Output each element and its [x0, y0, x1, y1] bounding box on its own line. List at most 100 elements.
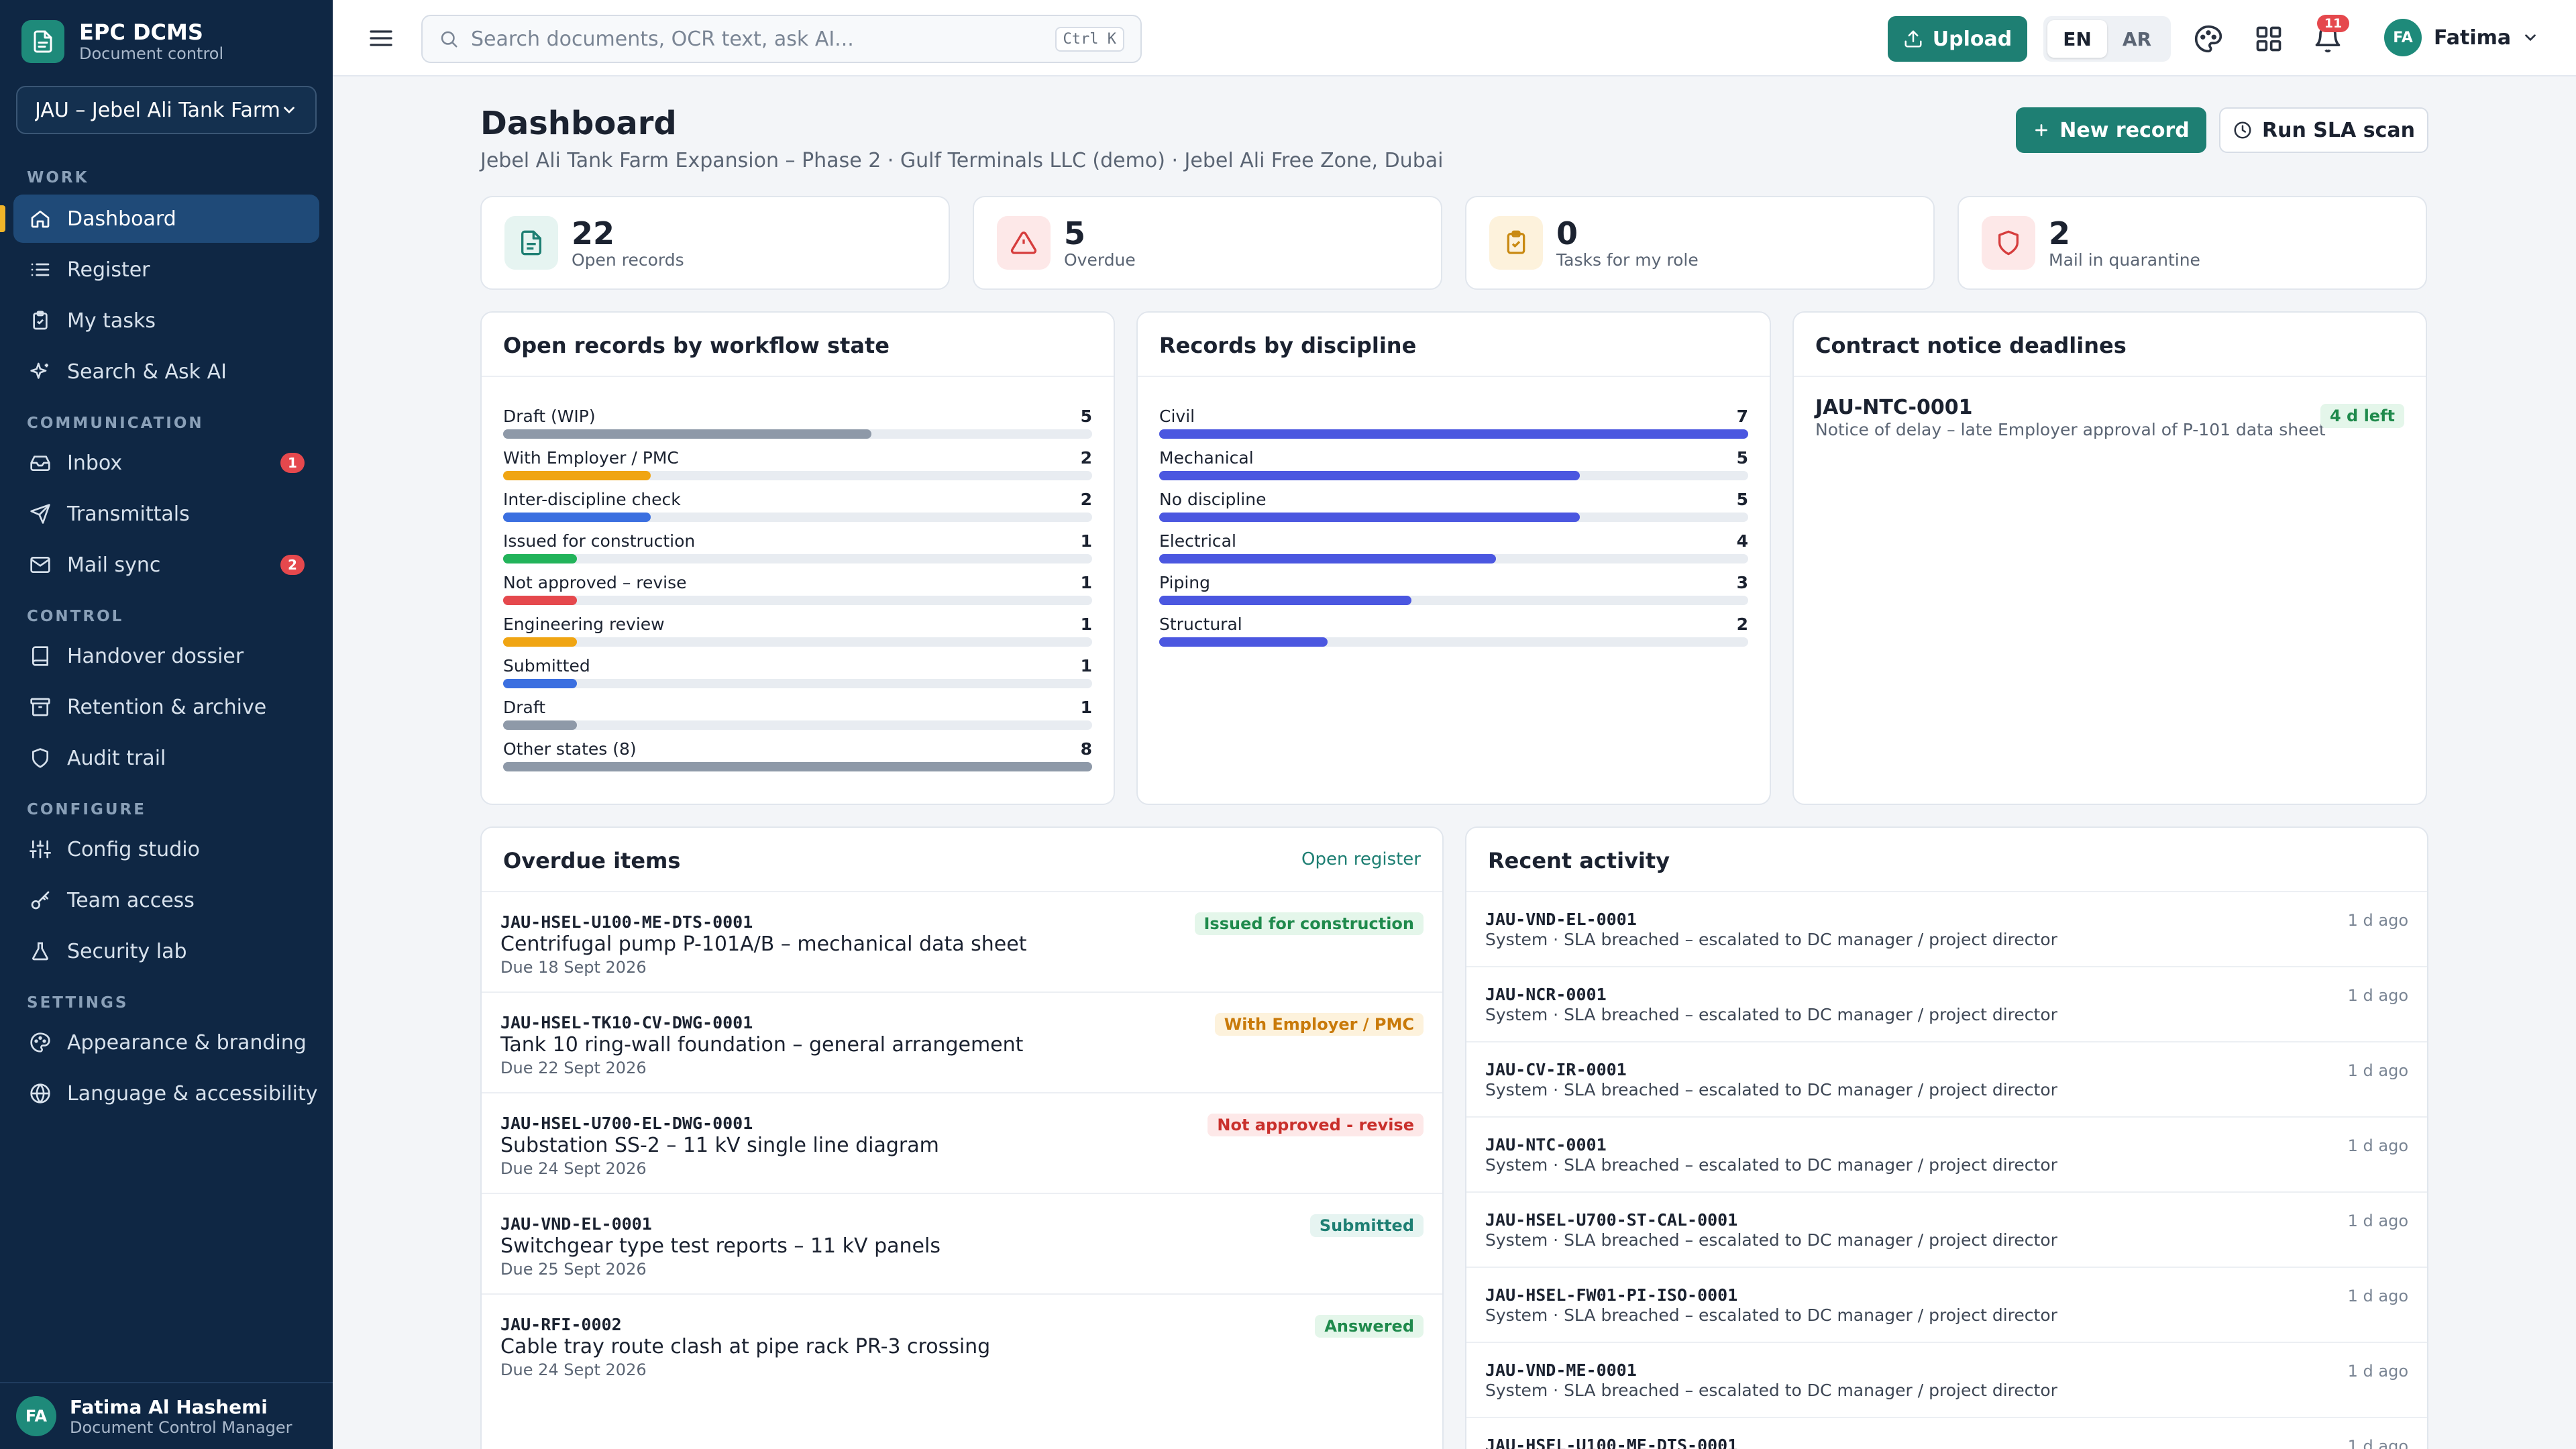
sidebar-item-handover-dossier[interactable]: Handover dossier — [13, 632, 319, 680]
list-item[interactable]: JAU-CV-IR-0001 System · SLA breached – es… — [1466, 1041, 2427, 1116]
search-bar[interactable]: Ctrl K — [421, 15, 1142, 63]
bar-count: 1 — [1080, 698, 1092, 717]
lang-en-button[interactable]: EN — [2047, 20, 2107, 58]
table-row[interactable]: JAU-HSEL-TK10-CV-DWG-0001 Tank 10 ring-wa… — [482, 991, 1442, 1092]
activity-description: System · SLA breached – escalated to DC … — [1485, 1230, 2057, 1250]
workflow-state-row[interactable]: Engineering review 1 — [503, 614, 1092, 649]
sidebar-item-mail-sync[interactable]: Mail sync 2 — [13, 541, 319, 589]
globe-icon — [28, 1081, 52, 1106]
bar-label: Engineering review — [503, 614, 665, 634]
sidebar-item-appearance[interactable]: Appearance & branding — [13, 1018, 319, 1067]
workflow-state-row[interactable]: Inter-discipline check 2 — [503, 490, 1092, 525]
status-badge: Issued for construction — [1194, 912, 1424, 935]
table-row[interactable]: JAU-VND-EL-0001 Switchgear type test repo… — [482, 1193, 1442, 1293]
sidebar-user[interactable]: FA Fatima Al Hashemi Document Control Ma… — [0, 1382, 333, 1449]
bar-count: 5 — [1080, 407, 1092, 426]
activity-record-id: JAU-VND-ME-0001 — [1485, 1360, 1637, 1380]
list-item[interactable]: JAU-HSEL-U700-ST-CAL-0001 System · SLA br… — [1466, 1191, 2427, 1267]
table-row[interactable]: JAU-HSEL-U100-ME-DTS-0001 Centrifugal pum… — [482, 891, 1442, 991]
record-title: Substation SS-2 – 11 kV single line diag… — [500, 1134, 939, 1157]
upload-button[interactable]: Upload — [1888, 16, 2027, 62]
archive-icon — [28, 695, 52, 719]
stat-card-open-records[interactable]: 22 Open records — [480, 196, 950, 290]
sidebar-item-transmittals[interactable]: Transmittals — [13, 490, 319, 538]
bar-count: 5 — [1736, 448, 1748, 468]
brand[interactable]: EPC DCMS Document control — [21, 20, 223, 63]
run-sla-scan-button[interactable]: Run SLA scan — [2219, 107, 2428, 153]
bar-label: Piping — [1159, 573, 1211, 592]
list-icon — [28, 258, 52, 282]
sidebar-item-register[interactable]: Register — [13, 246, 319, 294]
mail-sync-badge: 2 — [280, 555, 305, 575]
hamburger-menu-icon[interactable] — [368, 25, 394, 52]
list-item[interactable]: JAU-HSEL-U100-ME-DTS-0001 1 d ago — [1466, 1417, 2427, 1449]
sidebar-item-config-studio[interactable]: Config studio — [13, 825, 319, 873]
workflow-state-panel: Open records by workflow state Draft (WI… — [480, 311, 1115, 805]
workflow-state-row[interactable]: Other states (8) 8 — [503, 739, 1092, 774]
workflow-state-row[interactable]: With Employer / PMC 2 — [503, 448, 1092, 483]
sidebar-item-language[interactable]: Language & accessibility — [13, 1069, 319, 1118]
sidebar-item-my-tasks[interactable]: My tasks — [13, 297, 319, 345]
user-menu-name: Fatima — [2434, 25, 2512, 50]
upload-label: Upload — [1932, 27, 2012, 51]
stat-card-tasks[interactable]: 0 Tasks for my role — [1465, 196, 1935, 290]
discipline-row[interactable]: Mechanical 5 — [1159, 448, 1748, 483]
list-item[interactable]: JAU-VND-EL-0001 System · SLA breached – e… — [1466, 891, 2427, 966]
sidebar-item-team-access[interactable]: Team access — [13, 876, 319, 924]
sidebar-item-inbox[interactable]: Inbox 1 — [13, 439, 319, 487]
user-menu[interactable]: FA Fatima — [2384, 19, 2539, 56]
discipline-row[interactable]: Civil 7 — [1159, 407, 1748, 441]
list-item[interactable]: JAU-NTC-0001 System · SLA breached – esca… — [1466, 1116, 2427, 1191]
activity-time: 1 d ago — [2347, 1212, 2408, 1230]
stat-card-quarantine[interactable]: 2 Mail in quarantine — [1957, 196, 2427, 290]
workflow-state-row[interactable]: Not approved – revise 1 — [503, 573, 1092, 608]
palette-icon[interactable] — [2194, 24, 2223, 54]
record-id: JAU-RFI-0002 — [500, 1315, 622, 1334]
new-record-button[interactable]: New record — [2016, 107, 2206, 153]
notice-id[interactable]: JAU-NTC-0001 — [1815, 396, 1973, 419]
workflow-state-row[interactable]: Draft 1 — [503, 698, 1092, 733]
bar-track — [503, 554, 1092, 564]
sidebar-item-audit-trail[interactable]: Audit trail — [13, 734, 319, 782]
chevron-down-icon — [2522, 29, 2539, 46]
stat-value: 0 — [1556, 215, 1578, 252]
bar-count: 1 — [1080, 614, 1092, 634]
discipline-row[interactable]: Electrical 4 — [1159, 531, 1748, 566]
project-select[interactable]: JAU – Jebel Ali Tank Farm E — [16, 86, 317, 134]
discipline-row[interactable]: No discipline 5 — [1159, 490, 1748, 525]
document-icon — [21, 20, 64, 63]
active-indicator — [0, 205, 5, 232]
sidebar-item-search-ai[interactable]: Search & Ask AI — [13, 347, 319, 396]
upload-icon — [1903, 29, 1923, 49]
bar-label: Issued for construction — [503, 531, 696, 551]
grid-apps-icon[interactable] — [2254, 24, 2284, 54]
table-row[interactable]: JAU-HSEL-U700-EL-DWG-0001 Substation SS-2… — [482, 1092, 1442, 1193]
search-shortcut: Ctrl K — [1055, 26, 1124, 52]
sidebar-item-label: Mail sync — [67, 553, 161, 577]
sidebar-item-retention-archive[interactable]: Retention & archive — [13, 683, 319, 731]
stat-card-overdue[interactable]: 5 Overdue — [973, 196, 1442, 290]
discipline-row[interactable]: Structural 2 — [1159, 614, 1748, 649]
list-item[interactable]: JAU-HSEL-FW01-PI-ISO-0001 System · SLA br… — [1466, 1267, 2427, 1342]
workflow-state-row[interactable]: Issued for construction 1 — [503, 531, 1092, 566]
sidebar-item-dashboard[interactable]: Dashboard — [13, 195, 319, 243]
workflow-state-row[interactable]: Submitted 1 — [503, 656, 1092, 691]
lang-ar-button[interactable]: AR — [2107, 20, 2167, 58]
workflow-state-row[interactable]: Draft (WIP) 5 — [503, 407, 1092, 441]
bar-count: 5 — [1736, 490, 1748, 509]
discipline-row[interactable]: Piping 3 — [1159, 573, 1748, 608]
list-item[interactable]: JAU-VND-ME-0001 System · SLA breached – e… — [1466, 1342, 2427, 1417]
clipboard-icon — [1489, 216, 1543, 270]
list-item[interactable]: JAU-NCR-0001 System · SLA breached – esca… — [1466, 966, 2427, 1041]
activity-description: System · SLA breached – escalated to DC … — [1485, 1305, 2057, 1325]
bar-track — [1159, 429, 1748, 439]
sidebar-item-security-lab[interactable]: Security lab — [13, 927, 319, 975]
discipline-panel: Records by discipline Civil 7 Mechanical 5 N… — [1136, 311, 1771, 805]
bar-fill — [503, 762, 1092, 771]
bar-label: Other states (8) — [503, 739, 637, 759]
open-register-link[interactable]: Open register — [1301, 849, 1421, 869]
search-input[interactable] — [471, 27, 1055, 51]
record-id: JAU-HSEL-U700-EL-DWG-0001 — [500, 1114, 753, 1133]
panel-title: Contract notice deadlines — [1815, 333, 2127, 358]
table-row[interactable]: JAU-RFI-0002 Cable tray route clash at pi… — [482, 1293, 1442, 1394]
